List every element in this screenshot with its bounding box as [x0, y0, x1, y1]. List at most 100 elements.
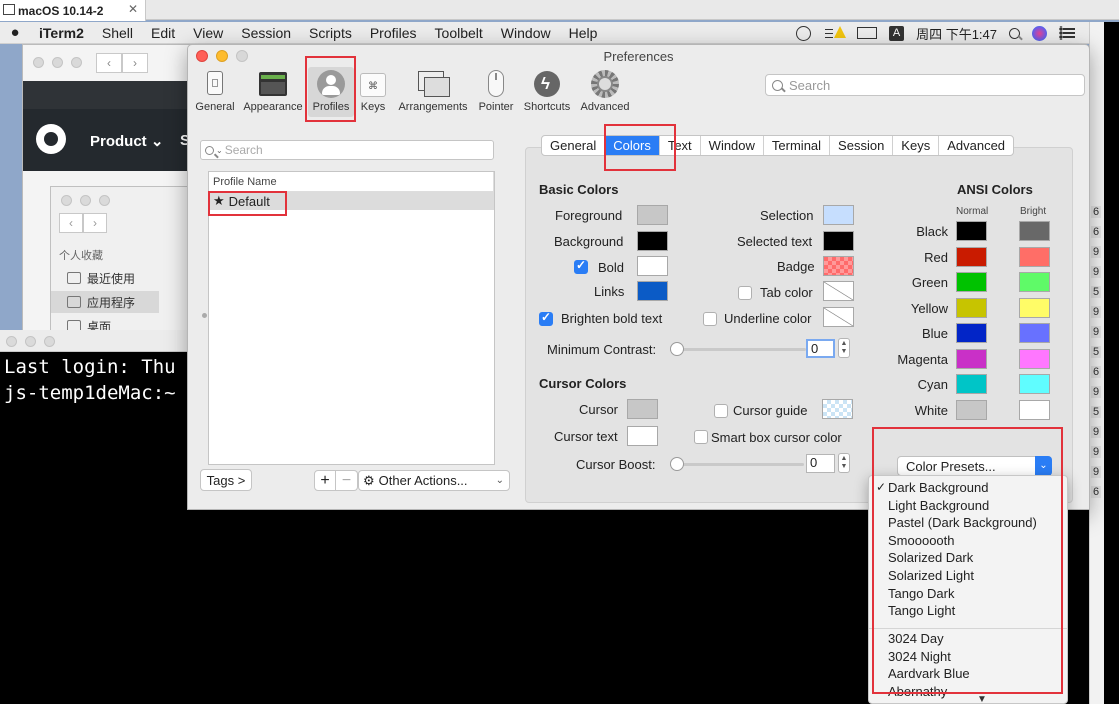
min-contrast-value[interactable]: 0 — [806, 339, 835, 358]
profile-search-input[interactable]: ⌄ Search — [200, 140, 494, 160]
bold-color-well[interactable] — [637, 256, 668, 276]
menu-shell[interactable]: Shell — [93, 25, 142, 41]
cursor-boost-value[interactable]: 0 — [806, 454, 835, 473]
toolbar-advanced[interactable]: Advanced — [578, 67, 632, 117]
menu-scripts[interactable]: Scripts — [300, 25, 361, 41]
finder-sidebar-item-applications[interactable]: 应用程序 — [51, 291, 159, 313]
finder-forward-icon[interactable]: › — [83, 213, 107, 233]
preset-menu-item[interactable]: Solarized Dark — [869, 549, 1067, 566]
min-contrast-slider-knob[interactable] — [670, 342, 684, 356]
toolbar-profiles[interactable]: Profiles — [308, 67, 354, 117]
min-contrast-stepper[interactable]: ▲ ▼ — [838, 338, 850, 358]
min-contrast-slider[interactable] — [670, 348, 806, 351]
apple-menu-icon[interactable]: ● — [0, 24, 30, 41]
toolbar-shortcuts[interactable]: ϟ Shortcuts — [520, 67, 574, 117]
links-color-well[interactable] — [637, 281, 668, 301]
browser-back-icon[interactable]: ‹ — [96, 53, 122, 73]
menu-view[interactable]: View — [184, 25, 232, 41]
scroll-down-arrow-icon[interactable]: ▼ — [977, 694, 987, 703]
selected-text-color-well[interactable] — [823, 231, 854, 251]
menu-help[interactable]: Help — [560, 25, 607, 41]
toolbar-general[interactable]: General — [194, 67, 236, 117]
preset-menu-item[interactable]: Pastel (Dark Background) — [869, 514, 1067, 531]
badge-color-well[interactable] — [823, 256, 854, 276]
tab-terminal[interactable]: Terminal — [764, 136, 831, 155]
tab-advanced[interactable]: Advanced — [939, 136, 1013, 155]
input-source-icon[interactable]: A — [889, 25, 905, 41]
ansi-normal-blue-well[interactable] — [956, 323, 987, 343]
menu-window[interactable]: Window — [492, 25, 560, 41]
spotlight-search-icon[interactable] — [1009, 27, 1020, 39]
cursor-boost-slider-knob[interactable] — [670, 457, 684, 471]
github-logo-icon[interactable] — [36, 124, 66, 154]
tab-keys[interactable]: Keys — [893, 136, 940, 155]
tab-color-well-empty[interactable] — [823, 281, 854, 301]
display-icon[interactable] — [857, 27, 878, 39]
bold-checkbox[interactable] — [574, 258, 588, 274]
cursor-guide-checkbox[interactable] — [714, 404, 728, 418]
tab-general[interactable]: General — [542, 136, 606, 155]
preset-menu-item[interactable]: Solarized Light — [869, 567, 1067, 584]
github-product-menu[interactable]: Product ⌄ — [90, 132, 163, 150]
preset-menu-item[interactable]: Aardvark Blue — [869, 665, 1067, 682]
underline-color-well-empty[interactable] — [823, 307, 854, 327]
smart-box-cursor-checkbox[interactable] — [694, 430, 708, 444]
prefs-search-input[interactable]: Search — [765, 74, 1085, 96]
background-color-well[interactable] — [637, 231, 668, 251]
menu-app-iterm2[interactable]: iTerm2 — [30, 25, 93, 41]
profile-name-column-header[interactable]: Profile Name — [209, 172, 494, 192]
finder-sidebar-item-recents[interactable]: 最近使用 — [51, 267, 159, 289]
ansi-bright-red-well[interactable] — [1019, 246, 1050, 267]
cursor-color-well[interactable] — [627, 399, 658, 419]
ansi-normal-red-well[interactable] — [956, 246, 987, 267]
siri-icon[interactable] — [1032, 25, 1047, 41]
menu-edit[interactable]: Edit — [142, 25, 184, 41]
ansi-normal-black-well[interactable] — [956, 221, 987, 241]
brighten-bold-checkbox[interactable] — [539, 310, 553, 326]
split-handle-icon[interactable] — [202, 313, 207, 318]
profile-row-default[interactable]: ★ Default — [209, 192, 494, 210]
color-presets-dropdown[interactable]: Color Presets... ⌄ — [897, 456, 1052, 476]
tags-button[interactable]: Tags > — [200, 469, 252, 491]
warning-icon[interactable] — [823, 26, 847, 40]
preset-menu-item[interactable]: Light Background — [869, 497, 1067, 514]
ansi-normal-white-well[interactable] — [956, 399, 987, 420]
menu-profiles[interactable]: Profiles — [361, 25, 426, 41]
menu-toolbelt[interactable]: Toolbelt — [426, 25, 492, 41]
toolbar-appearance[interactable]: Appearance — [242, 67, 304, 117]
add-profile-button[interactable]: + — [314, 470, 336, 491]
tab-colors[interactable]: Colors — [605, 136, 660, 155]
other-actions-button[interactable]: ⚙ Other Actions... ⌄ — [358, 470, 510, 491]
ansi-bright-black-well[interactable] — [1019, 221, 1050, 241]
preset-menu-item[interactable]: 3024 Day — [869, 630, 1067, 647]
ansi-bright-white-well[interactable] — [1019, 399, 1050, 420]
tab-window[interactable]: Window — [701, 136, 764, 155]
host-vm-tab[interactable]: macOS 10.14-2 ✕ — [0, 0, 146, 21]
remove-profile-button[interactable]: − — [336, 470, 358, 491]
ansi-bright-cyan-well[interactable] — [1019, 374, 1050, 394]
browser-forward-icon[interactable]: › — [122, 53, 148, 73]
preset-menu-item[interactable]: Tango Dark — [869, 585, 1067, 602]
ansi-bright-green-well[interactable] — [1019, 272, 1050, 292]
ansi-normal-cyan-well[interactable] — [956, 374, 987, 394]
ansi-bright-yellow-well[interactable] — [1019, 297, 1050, 318]
preset-menu-item[interactable]: Abernathy — [869, 683, 1067, 700]
ansi-normal-green-well[interactable] — [956, 272, 987, 292]
menu-session[interactable]: Session — [232, 25, 300, 41]
toolbar-pointer[interactable]: Pointer — [476, 67, 516, 117]
tab-session[interactable]: Session — [830, 136, 894, 155]
cursor-guide-color-well[interactable] — [822, 399, 853, 419]
cursor-boost-stepper[interactable]: ▲ ▼ — [838, 453, 850, 473]
preset-menu-item[interactable]: Dark Background — [869, 479, 1067, 496]
toolbar-arrangements[interactable]: Arrangements — [396, 67, 470, 117]
toolbar-keys[interactable]: ⌘ Keys — [358, 67, 388, 117]
finder-back-icon[interactable]: ‹ — [59, 213, 83, 233]
ansi-bright-blue-well[interactable] — [1019, 323, 1050, 343]
preset-menu-item[interactable]: Smoooooth — [869, 532, 1067, 549]
cursor-text-color-well[interactable] — [627, 426, 658, 446]
tab-text[interactable]: Text — [660, 136, 701, 155]
selection-color-well[interactable] — [823, 205, 854, 225]
foreground-color-well[interactable] — [637, 205, 668, 225]
ansi-normal-yellow-well[interactable] — [956, 297, 987, 318]
tab-color-checkbox[interactable] — [738, 286, 752, 300]
